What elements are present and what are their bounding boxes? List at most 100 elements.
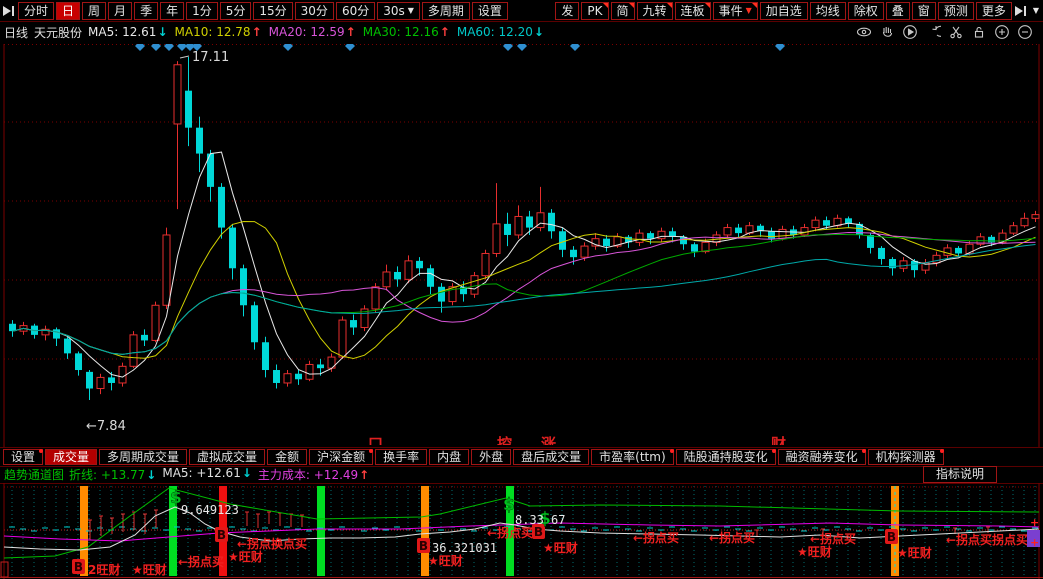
indicator-legend-bar: 趋势通道图 折线: +13.77↓MA5: +12.61↓主力成本: +12.4… [0,465,1043,484]
tool-button-事件[interactable]: 事件▼ [713,2,758,20]
trend-arrow-icon: ↓ [146,468,156,482]
signal-diamond-icon [151,44,161,51]
tool-button-预测[interactable]: 预测 [938,2,974,20]
hand-icon[interactable] [879,24,895,40]
period-tab-周[interactable]: 周 [82,2,106,20]
signal-annotation: ←拐点买 [487,525,533,540]
period-tab-设置[interactable]: 设置 [472,2,508,20]
stock-name: 天元股份 [34,24,82,41]
signal-annotation: ←拐点换点买 [237,536,307,551]
tab-陆股通持股变化[interactable]: 陆股通持股变化 [676,449,776,465]
trend-channel-panel[interactable]: BBBBB$$$9.64912336.3210318.33672旺财★旺财←拐点… [0,483,1043,579]
signal-diamond-icon [135,44,145,51]
marquee-ticker: 口控涨财 [0,433,1043,445]
indicator-value-label: MA5: +12.61↓ [162,466,253,483]
notification-dot [772,449,776,453]
indicator-title: 趋势通道图 [4,466,64,483]
tool-button-PK[interactable]: PK [581,2,608,20]
svg-text:B: B [419,539,428,553]
collapse-right-icon[interactable] [1014,5,1028,17]
signal-value-label: 8.33 [515,513,544,527]
marquee-text-fragment: 口 [368,433,383,445]
svg-text:B: B [74,560,83,574]
stock-app-window: 分时日周月季年1分5分15分30分60分30s▼多周期设置 发PK简九转连板事件… [0,0,1043,579]
tool-button-group: 发PK简九转连板事件▼加自选均线除权叠窗预测更多 ▼ [555,2,1043,20]
period-tab-年[interactable]: 年 [160,2,184,20]
tab-虚拟成交量[interactable]: 虚拟成交量 [189,449,265,465]
tab-盘后成交量[interactable]: 盘后成交量 [513,449,589,465]
tab-机构探测器[interactable]: 机构探测器 [868,449,944,465]
main-candlestick-chart[interactable]: 17.11←7.84 [0,44,1043,447]
tool-button-连板[interactable]: 连板 [675,2,711,20]
period-tab-日[interactable]: 日 [56,2,80,20]
marquee-text-fragment: 涨 [541,433,556,445]
tool-button-均线[interactable]: 均线 [810,2,846,20]
scissors-icon[interactable] [948,24,964,40]
signal-annotation: ←拐点买 [709,530,755,545]
signal-value-label: 67 [551,513,565,527]
plus-marker-icon: + [1030,516,1039,529]
tab-换手率[interactable]: 换手率 [375,449,427,465]
signal-annotation: ★旺财 [543,540,578,555]
period-tab-15分[interactable]: 15分 [253,2,292,20]
signal-diamond-icon [517,44,527,51]
period-tab-季[interactable]: 季 [134,2,158,20]
tab-外盘[interactable]: 外盘 [471,449,511,465]
period-tab-30s[interactable]: 30s▼ [377,2,420,20]
tool-button-加自选[interactable]: 加自选 [760,2,808,20]
indicator-help-button[interactable]: 指标说明 [923,466,997,483]
signal-annotation: ★旺财 [228,549,263,564]
ma-value-label: MA60: 12.20↓ [457,25,545,39]
period-tab-60分[interactable]: 60分 [336,2,375,20]
period-tab-group: 分时日周月季年1分5分15分30分60分30s▼多周期设置 [18,2,508,20]
tab-内盘[interactable]: 内盘 [429,449,469,465]
plus-icon[interactable] [994,24,1010,40]
collapse-left-icon[interactable] [2,5,16,17]
period-tab-多周期[interactable]: 多周期 [422,2,470,20]
lock-icon[interactable] [971,24,987,40]
period-tab-月[interactable]: 月 [108,2,132,20]
tab-沪深金额[interactable]: 沪深金额 [309,449,373,465]
tab-成交量[interactable]: 成交量 [45,449,97,465]
signal-annotation: ★旺财 [797,544,832,559]
signal-annotation: ←拐点买 [178,554,224,569]
tool-button-简[interactable]: 简 [611,2,635,20]
notification-corner-icon [705,3,710,8]
tool-button-发[interactable]: 发 [555,2,579,20]
signal-annotation: ★旺财 [897,545,932,560]
tool-button-叠[interactable]: 叠 [886,2,910,20]
svg-text:B: B [217,528,226,542]
info-bar: 日线 天元股份 MA5: 12.61↓MA10: 12.78↑MA20: 12.… [0,21,1043,43]
eye-icon[interactable] [856,24,872,40]
sell-signal-badge: $ [503,495,515,515]
ma-value-label: MA30: 12.16↑ [363,25,451,39]
tab-融资融券变化[interactable]: 融资融券变化 [778,449,866,465]
tool-button-除权[interactable]: 除权 [848,2,884,20]
high-price-label: 17.11 [192,50,229,65]
indicator-tab-bar: 设置成交量多周期成交量虚拟成交量金额沪深金额换手率内盘外盘盘后成交量市盈率(tt… [0,447,1043,467]
period-tab-5分[interactable]: 5分 [220,2,252,20]
tool-button-九转[interactable]: 九转 [637,2,673,20]
tab-金额[interactable]: 金额 [267,449,307,465]
minus-icon[interactable] [1017,24,1033,40]
signal-value-label: 9.649123 [181,503,239,517]
signal-diamond-icon [570,44,580,51]
dropdown-arrow-icon[interactable]: ▼ [408,3,414,19]
tab-设置[interactable]: 设置 [3,449,43,465]
tool-button-更多[interactable]: 更多 [976,2,1012,20]
tool-button-窗[interactable]: 窗 [912,2,936,20]
tab-市盈率(ttm)[interactable]: 市盈率(ttm) [591,449,673,465]
play-icon[interactable] [902,24,918,40]
period-tab-1分[interactable]: 1分 [186,2,218,20]
signal-diamond-icon [283,44,293,51]
signal-annotation: 2旺财 [88,562,120,577]
svg-text:B: B [887,530,896,544]
tab-多周期成交量[interactable]: 多周期成交量 [99,449,187,465]
notification-corner-icon [752,3,757,8]
undo-icon[interactable] [925,24,941,40]
more-dropdown-icon[interactable]: ▼ [1033,6,1039,15]
notification-dot [39,449,43,453]
signal-diamond-icon [775,44,785,51]
period-tab-30分[interactable]: 30分 [295,2,334,20]
period-tab-分时[interactable]: 分时 [18,2,54,20]
